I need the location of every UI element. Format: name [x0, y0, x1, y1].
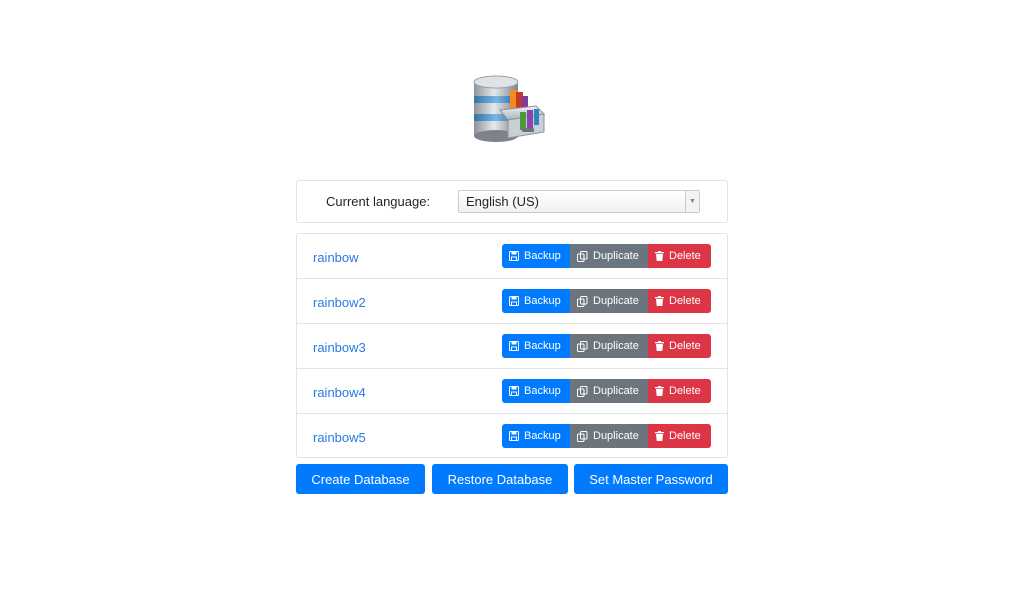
database-actions: Backup Duplicate Delete	[502, 289, 711, 313]
duplicate-label: Duplicate	[593, 250, 639, 262]
copy-icon	[577, 340, 588, 352]
set-master-password-button[interactable]: Set Master Password	[574, 464, 728, 494]
copy-icon	[577, 295, 588, 307]
backup-label: Backup	[524, 295, 561, 307]
duplicate-label: Duplicate	[593, 295, 639, 307]
backup-label: Backup	[524, 340, 561, 352]
database-actions: Backup Duplicate Delete	[502, 424, 711, 448]
database-list: rainbow Backup Duplicate Delete rainbow2…	[296, 233, 728, 458]
delete-label: Delete	[669, 430, 701, 442]
floppy-disk-icon	[509, 386, 519, 396]
backup-button[interactable]: Backup	[502, 379, 570, 403]
language-label: Current language:	[326, 194, 431, 209]
database-name-link[interactable]: rainbow5	[313, 430, 366, 445]
database-row: rainbow2 Backup Duplicate Delete	[297, 279, 727, 324]
trash-icon	[655, 296, 664, 306]
trash-icon	[655, 341, 664, 351]
database-name-link[interactable]: rainbow2	[313, 295, 366, 310]
delete-label: Delete	[669, 385, 701, 397]
database-name-link[interactable]: rainbow3	[313, 340, 366, 355]
restore-database-button[interactable]: Restore Database	[432, 464, 568, 494]
delete-label: Delete	[669, 250, 701, 262]
language-selected-value: English (US)	[466, 194, 539, 209]
database-row: rainbow5 Backup Duplicate Delete	[297, 414, 727, 457]
duplicate-button[interactable]: Duplicate	[570, 424, 648, 448]
delete-button[interactable]: Delete	[648, 244, 711, 268]
database-actions: Backup Duplicate Delete	[502, 244, 711, 268]
app-logo	[470, 74, 554, 146]
backup-label: Backup	[524, 385, 561, 397]
database-name-link[interactable]: rainbow4	[313, 385, 366, 400]
database-row: rainbow Backup Duplicate Delete	[297, 234, 727, 279]
backup-button[interactable]: Backup	[502, 244, 570, 268]
language-select[interactable]: English (US) ▼	[458, 190, 700, 213]
delete-button[interactable]: Delete	[648, 289, 711, 313]
trash-icon	[655, 431, 664, 441]
backup-label: Backup	[524, 430, 561, 442]
copy-icon	[577, 250, 588, 262]
database-actions: Backup Duplicate Delete	[502, 334, 711, 358]
backup-button[interactable]: Backup	[502, 334, 570, 358]
delete-button[interactable]: Delete	[648, 334, 711, 358]
database-actions: Backup Duplicate Delete	[502, 379, 711, 403]
duplicate-button[interactable]: Duplicate	[570, 379, 648, 403]
duplicate-button[interactable]: Duplicate	[570, 334, 648, 358]
delete-button[interactable]: Delete	[648, 379, 711, 403]
chevron-down-icon[interactable]: ▼	[685, 191, 699, 212]
backup-button[interactable]: Backup	[502, 289, 570, 313]
trash-icon	[655, 386, 664, 396]
duplicate-label: Duplicate	[593, 430, 639, 442]
create-database-button[interactable]: Create Database	[296, 464, 425, 494]
delete-label: Delete	[669, 340, 701, 352]
copy-icon	[577, 430, 588, 442]
database-drawer-icon	[473, 75, 546, 142]
trash-icon	[655, 251, 664, 261]
database-row: rainbow3 Backup Duplicate Delete	[297, 324, 727, 369]
floppy-disk-icon	[509, 431, 519, 441]
database-manager-actions: Create Database Restore Database Set Mas…	[296, 464, 728, 494]
database-row: rainbow4 Backup Duplicate Delete	[297, 369, 727, 414]
duplicate-button[interactable]: Duplicate	[570, 289, 648, 313]
copy-icon	[577, 385, 588, 397]
database-name-link[interactable]: rainbow	[313, 250, 359, 265]
floppy-disk-icon	[509, 341, 519, 351]
backup-button[interactable]: Backup	[502, 424, 570, 448]
backup-label: Backup	[524, 250, 561, 262]
delete-button[interactable]: Delete	[648, 424, 711, 448]
language-panel: Current language: English (US) ▼	[296, 180, 728, 223]
duplicate-label: Duplicate	[593, 385, 639, 397]
delete-label: Delete	[669, 295, 701, 307]
duplicate-button[interactable]: Duplicate	[570, 244, 648, 268]
floppy-disk-icon	[509, 296, 519, 306]
floppy-disk-icon	[509, 251, 519, 261]
duplicate-label: Duplicate	[593, 340, 639, 352]
